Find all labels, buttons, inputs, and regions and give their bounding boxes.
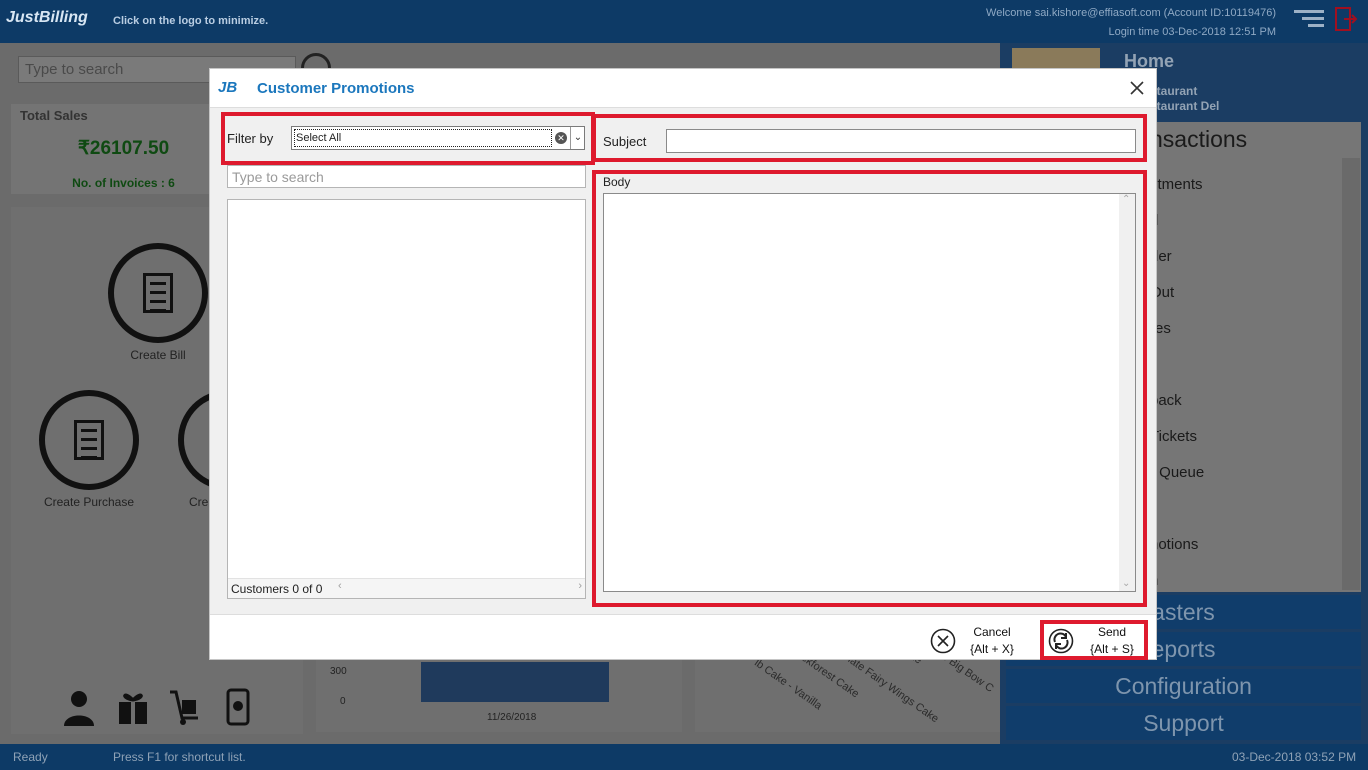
cancel-text: Cancel {Alt + X}	[964, 624, 1020, 658]
create-other-label: Cre	[189, 495, 209, 509]
body-label: Body	[603, 175, 631, 189]
customer-list[interactable]: Customers 0 of 0 ‹ ›	[227, 199, 586, 599]
refresh-send-icon	[1048, 628, 1074, 654]
nav-configuration: Configuration	[1006, 669, 1361, 703]
status-hint: Press F1 for shortcut list.	[113, 750, 246, 764]
horizontal-scrollbar[interactable]: ‹ ›	[338, 580, 582, 594]
dialog-titlebar: JB Customer Promotions	[210, 69, 1156, 107]
welcome-text: Welcome sai.kishore@effiasoft.com (Accou…	[986, 7, 1276, 19]
create-purchase-icon	[39, 390, 139, 490]
close-icon[interactable]	[1127, 78, 1147, 98]
close-circle-icon	[930, 628, 956, 654]
top-bar: JustBilling Click on the logo to minimiz…	[0, 0, 1368, 43]
vertical-scrollbar[interactable]: ⌃ ⌄	[1119, 194, 1135, 591]
app-logo[interactable]: JustBilling	[6, 9, 88, 27]
outlet-name-2: staurant Del	[1150, 99, 1220, 113]
chart-tick-0: 0	[340, 696, 346, 707]
create-bill-icon	[108, 243, 208, 343]
outlet-name: staurant	[1150, 84, 1198, 98]
chevron-right-icon[interactable]: ›	[578, 580, 582, 592]
customer-promotions-dialog: JB Customer Promotions Filter by Select …	[209, 68, 1157, 660]
nav-item: stments	[1150, 176, 1203, 193]
chevron-down-icon[interactable]: ⌄	[570, 127, 585, 149]
chart-x-label: 11/26/2018	[487, 712, 537, 723]
user-info: Welcome sai.kishore@effiasoft.com (Accou…	[986, 4, 1276, 42]
send-button[interactable]: Send {Alt + S}	[1048, 624, 1142, 660]
filter-select[interactable]: Select All ✕ ⌄	[291, 126, 585, 150]
body-textarea[interactable]: ⌃ ⌄	[603, 193, 1136, 592]
chart-bar	[421, 662, 609, 702]
customer-icon	[64, 691, 94, 726]
filter-label: Filter by	[227, 131, 274, 146]
nav-transactions: nsactions	[1150, 126, 1248, 152]
customer-list-footer: Customers 0 of 0 ‹ ›	[228, 578, 585, 598]
logo-hint: Click on the logo to minimize.	[113, 15, 269, 27]
hamburger-menu-icon[interactable]	[1294, 10, 1324, 30]
chevron-down-icon[interactable]: ⌄	[1122, 578, 1130, 589]
nav-item: notions	[1150, 536, 1199, 553]
send-label: Send	[1097, 625, 1127, 639]
total-sales-label: Total Sales	[20, 108, 88, 123]
chevron-up-icon[interactable]: ⌃	[1122, 194, 1130, 205]
total-sales-value: ₹26107.50	[77, 138, 170, 159]
mobile-payment-icon	[226, 688, 250, 726]
gift-icon	[119, 693, 147, 724]
chevron-left-icon[interactable]: ‹	[338, 580, 342, 592]
customer-search-input[interactable]	[227, 165, 586, 188]
status-datetime: 03-Dec-2018 03:52 PM	[1232, 750, 1357, 764]
delivery-trolley-icon	[170, 690, 198, 725]
nav-item: Tickets	[1150, 428, 1197, 445]
body-text	[604, 194, 1135, 202]
create-bill-label: Create Bill	[130, 348, 186, 362]
cancel-button[interactable]: Cancel {Alt + X}	[930, 624, 1020, 660]
status-bar: Ready Press F1 for shortcut list. 03-Dec…	[0, 744, 1368, 770]
total-sales-card: Total Sales ₹26107.50 No. of Invoices : …	[11, 104, 236, 194]
dialog-title: Customer Promotions	[257, 80, 415, 97]
chart-tick-300: 300	[330, 666, 347, 677]
send-text: Send {Alt + S}	[1082, 624, 1142, 658]
dialog-logo: JB	[218, 79, 238, 96]
subject-label: Subject	[603, 134, 647, 149]
customer-count: Customers 0 of 0	[231, 582, 323, 596]
nav-item: r Queue	[1150, 464, 1205, 481]
logout-icon[interactable]	[1334, 6, 1358, 32]
cancel-label: Cancel	[973, 625, 1011, 639]
login-time: Login time 03-Dec-2018 12:51 PM	[1108, 26, 1276, 38]
status-ready: Ready	[13, 750, 48, 764]
filter-value: Select All	[294, 129, 552, 147]
nav-support: Support	[1006, 706, 1361, 740]
send-shortcut: {Alt + S}	[1090, 642, 1134, 656]
clear-icon[interactable]: ✕	[555, 132, 567, 144]
create-purchase-label: Create Purchase	[43, 495, 135, 509]
cancel-shortcut: {Alt + X}	[970, 642, 1014, 656]
subject-input[interactable]	[666, 129, 1136, 153]
invoice-count: No. of Invoices : 6	[72, 176, 175, 190]
nav-scrollbar	[1342, 158, 1360, 590]
